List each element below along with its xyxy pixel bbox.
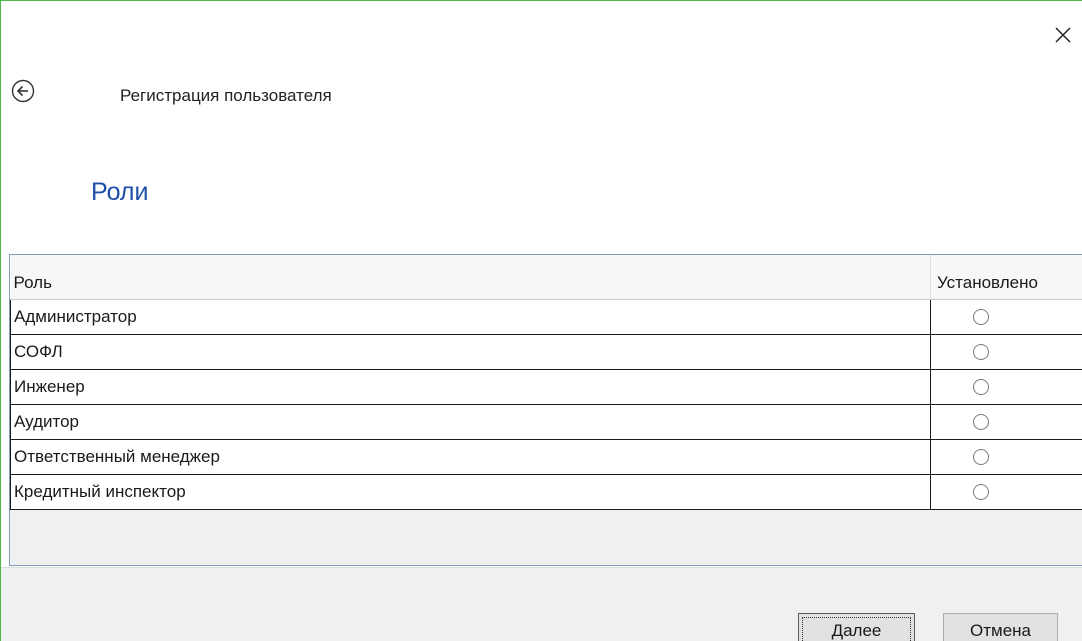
cancel-button[interactable]: Отмена xyxy=(943,613,1058,641)
section-title: Роли xyxy=(91,178,149,206)
installed-radio[interactable] xyxy=(972,484,989,501)
focus-rectangle xyxy=(802,617,911,641)
next-button[interactable]: Далее xyxy=(798,613,915,641)
column-header-installed[interactable]: Установлено xyxy=(930,255,1082,300)
role-cell: Кредитный инспектор xyxy=(10,474,931,510)
table-row[interactable]: Администратор xyxy=(10,298,1082,335)
dialog-title: Регистрация пользователя xyxy=(120,86,332,105)
table-row[interactable]: Кредитный инспектор xyxy=(10,474,1082,510)
role-cell: СОФЛ xyxy=(10,334,931,370)
role-cell: Ответственный менеджер xyxy=(10,439,931,475)
role-cell: Аудитор xyxy=(10,404,931,440)
installed-radio[interactable] xyxy=(972,309,989,326)
close-button[interactable] xyxy=(1049,21,1077,49)
installed-cell xyxy=(930,369,1082,405)
installed-radio[interactable] xyxy=(972,344,989,361)
installed-cell xyxy=(930,404,1082,440)
table-row[interactable]: СОФЛ xyxy=(10,334,1082,370)
table-row[interactable]: Ответственный менеджер xyxy=(10,439,1082,475)
table-row[interactable]: Инженер xyxy=(10,369,1082,405)
installed-cell xyxy=(930,298,1082,335)
installed-cell xyxy=(930,474,1082,510)
back-button[interactable] xyxy=(11,79,35,103)
roles-grid: Роль Установлено Администратор СОФЛ Инже… xyxy=(9,254,1082,566)
installed-radio[interactable] xyxy=(972,379,989,396)
installed-radio[interactable] xyxy=(972,414,989,431)
dialog-footer xyxy=(1,567,1082,641)
close-icon xyxy=(1055,27,1071,43)
installed-radio[interactable] xyxy=(972,449,989,466)
grid-header-row: Роль Установлено xyxy=(10,255,1082,300)
back-arrow-icon xyxy=(11,79,35,103)
registration-dialog: Регистрация пользователя Роли Роль Устан… xyxy=(0,0,1082,641)
installed-cell xyxy=(930,439,1082,475)
role-cell: Инженер xyxy=(10,369,931,405)
role-cell: Администратор xyxy=(10,298,931,335)
table-row[interactable]: Аудитор xyxy=(10,404,1082,440)
cancel-button-label: Отмена xyxy=(970,621,1031,640)
installed-cell xyxy=(930,334,1082,370)
column-header-role[interactable]: Роль xyxy=(10,255,931,300)
